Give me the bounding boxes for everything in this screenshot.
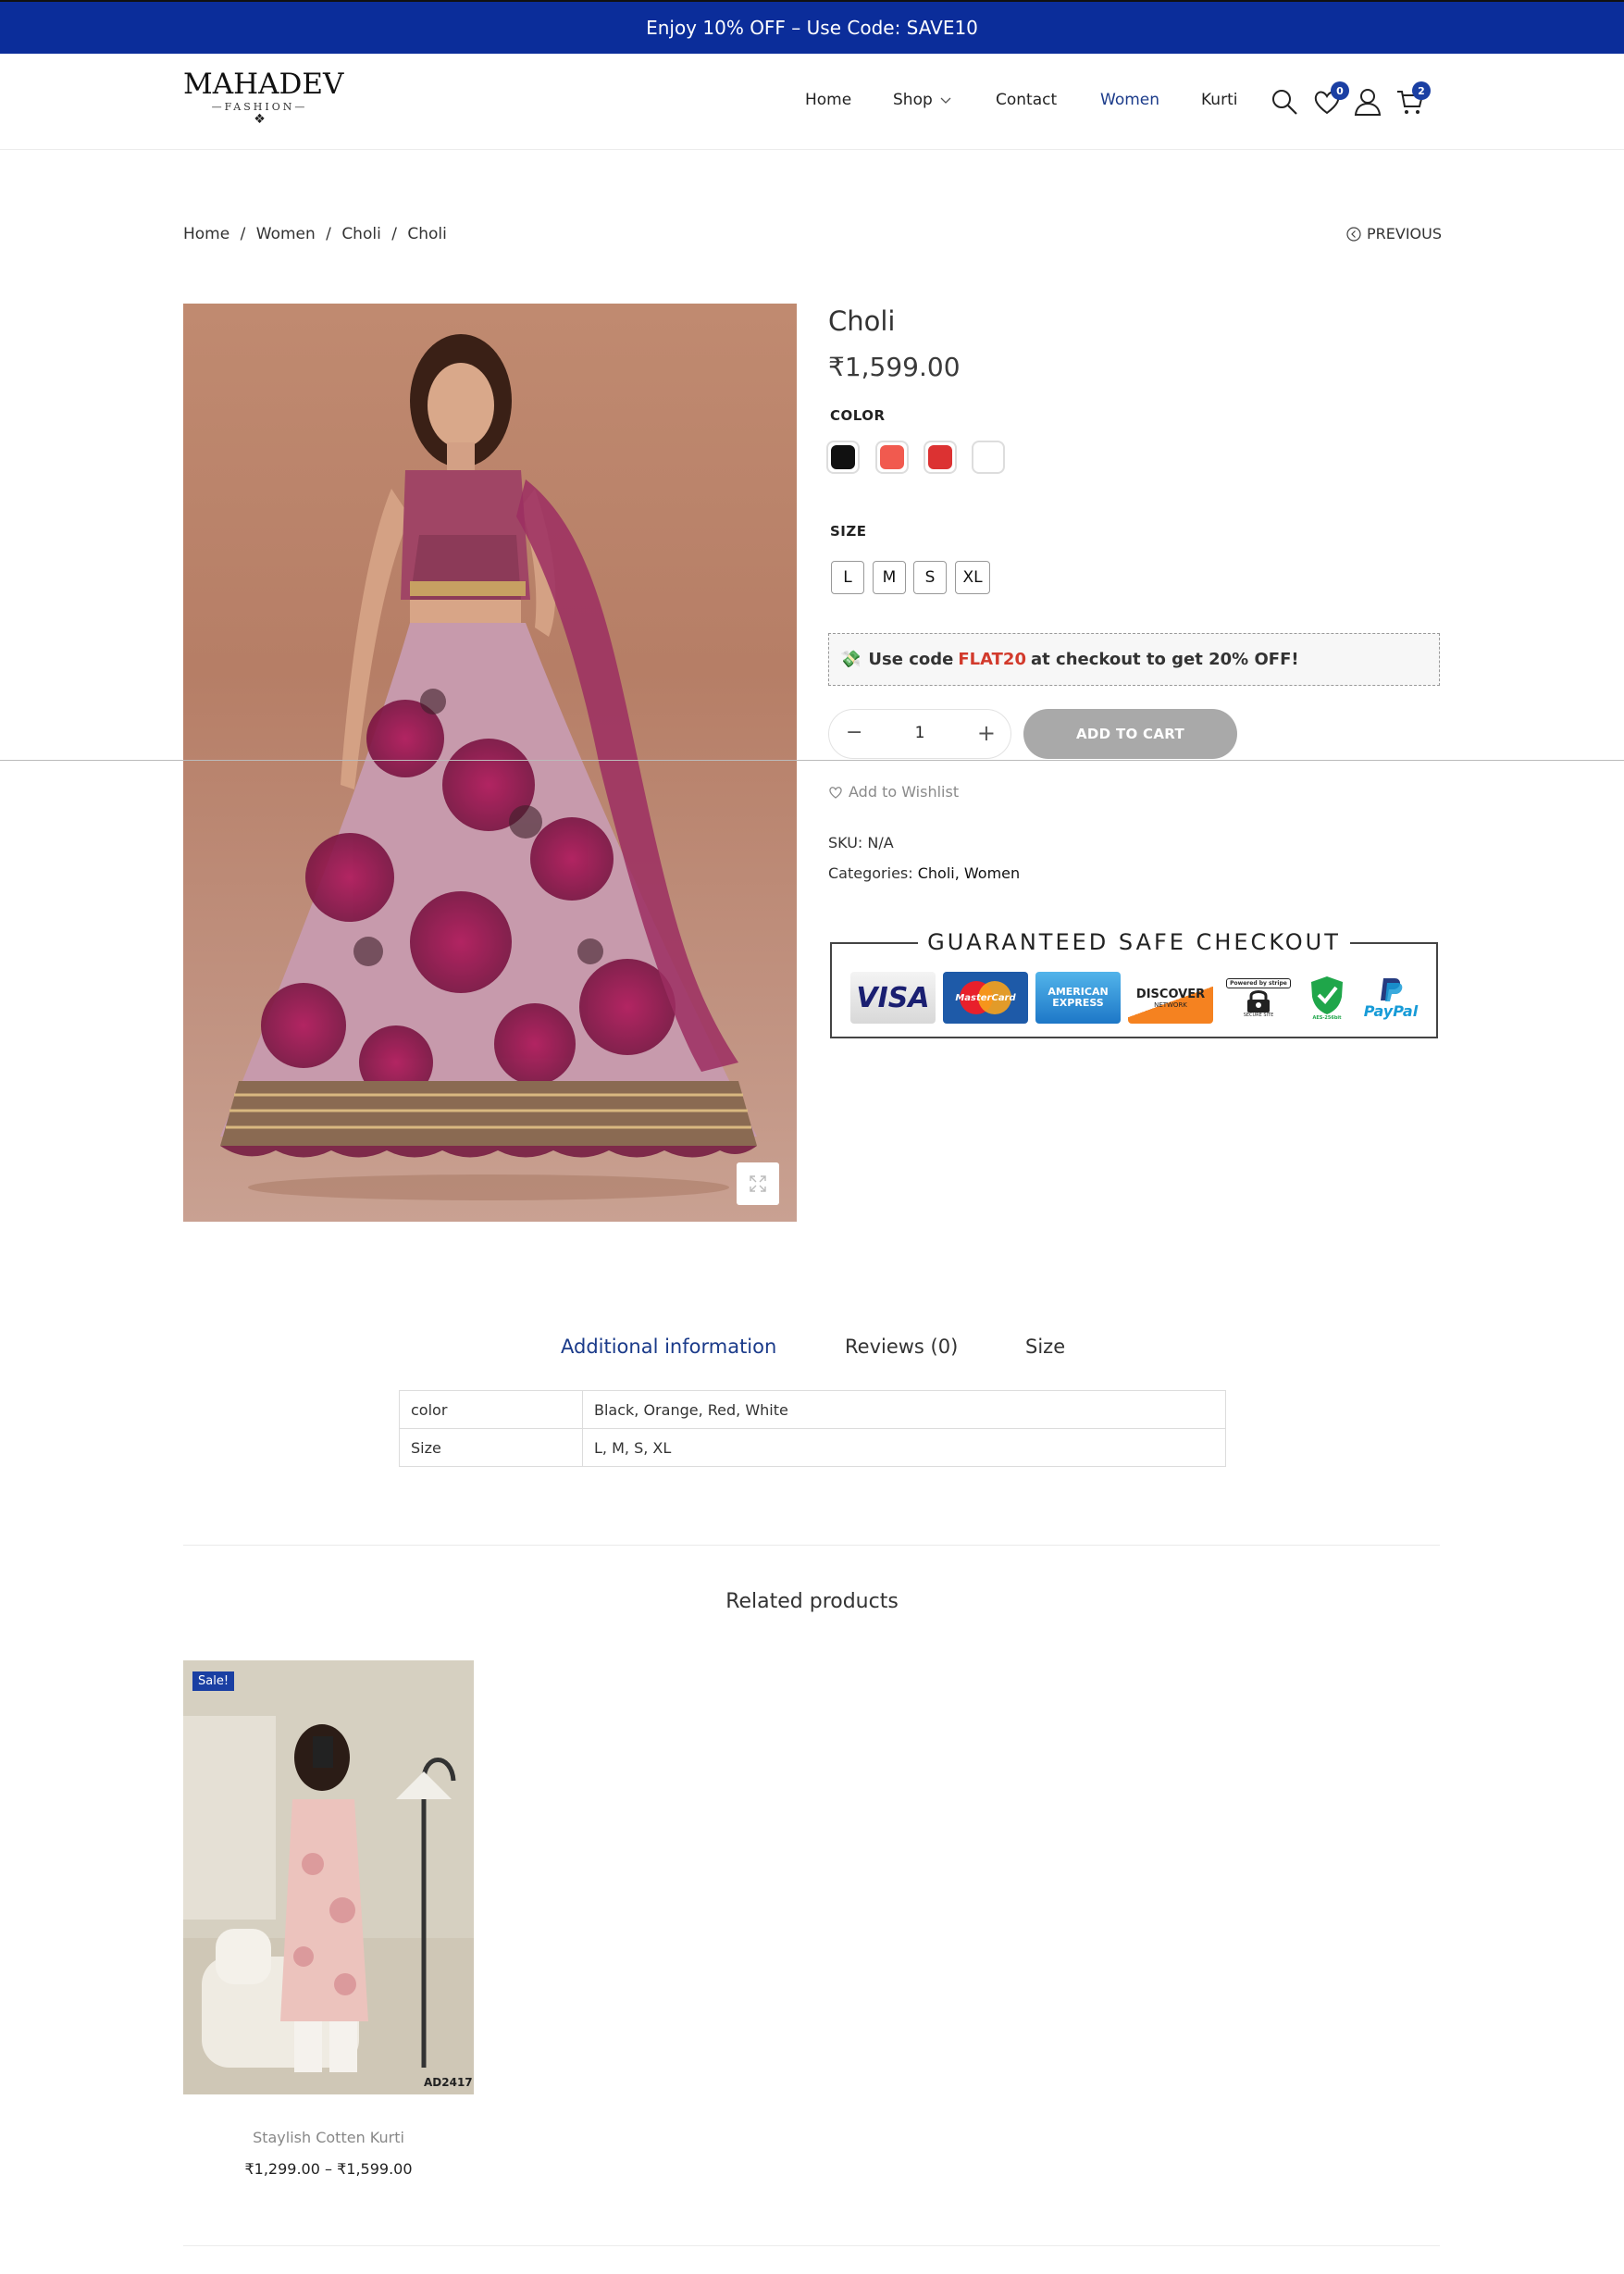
nav-home[interactable]: Home	[805, 91, 851, 109]
security-shield-icon: AES-256bit	[1304, 972, 1350, 1024]
categories-line: Categories: Choli, Women	[828, 864, 1020, 882]
table-row: Size L, M, S, XL	[399, 1428, 1226, 1467]
size-option-xl[interactable]: XL	[955, 561, 990, 594]
expand-icon	[750, 1175, 766, 1192]
sku-value: N/A	[867, 834, 894, 851]
money-icon: 💸	[840, 650, 862, 669]
previous-product-link[interactable]: PREVIOUS	[1346, 225, 1442, 242]
logo[interactable]: MAHADEV —FASHION— ❖	[183, 68, 344, 133]
amex-card-icon: AMERICAN EXPRESS	[1035, 972, 1121, 1024]
breadcrumb-current: Choli	[407, 225, 447, 243]
swatch-fill	[831, 445, 855, 469]
add-to-cart-button[interactable]: ADD TO CART	[1023, 709, 1237, 759]
visa-card-icon: VISA	[850, 972, 936, 1024]
wishlist-icon[interactable]: 0	[1312, 81, 1349, 117]
mastercard-icon: MasterCard	[943, 972, 1028, 1024]
breadcrumb-separator: /	[391, 225, 397, 243]
breadcrumb-separator: /	[326, 225, 331, 243]
cart-count-badge: 2	[1412, 81, 1431, 100]
related-products-title: Related products	[725, 1590, 899, 1613]
chevron-left-circle-icon	[1346, 226, 1361, 242]
stripe-lock-icon: Powered by stripe SECURE SITE	[1222, 972, 1295, 1024]
swatch-fill	[976, 445, 1000, 469]
color-swatch-white[interactable]	[972, 441, 1005, 474]
table-value: L, M, S, XL	[582, 1428, 1226, 1467]
product-price: ₹1,599.00	[828, 352, 961, 382]
related-product-name[interactable]: Staylish Cotten Kurti	[183, 2129, 474, 2146]
sale-badge: Sale!	[192, 1671, 235, 1691]
breadcrumb-home[interactable]: Home	[183, 225, 229, 243]
breadcrumb-women[interactable]: Women	[256, 225, 316, 243]
related-product-image[interactable]	[183, 1660, 474, 2094]
discover-card-icon: DISCOVER NETWORK	[1128, 972, 1213, 1024]
safe-checkout-title: GUARANTEED SAFE CHECKOUT	[918, 929, 1350, 955]
swatch-fill	[928, 445, 952, 469]
nav-women[interactable]: Women	[1100, 91, 1159, 109]
size-option-m[interactable]: M	[873, 561, 906, 594]
heart-icon	[829, 786, 842, 799]
paypal-icon: PayPal	[1357, 972, 1424, 1024]
tab-additional-information[interactable]: Additional information	[561, 1336, 776, 1358]
nav-contact[interactable]: Contact	[996, 91, 1057, 109]
search-icon[interactable]	[1270, 87, 1299, 117]
size-option-s[interactable]: S	[913, 561, 947, 594]
nav-shop[interactable]: Shop	[893, 91, 951, 109]
product-title: Choli	[828, 305, 896, 337]
quantity-increase-button[interactable]: +	[977, 720, 996, 746]
related-product-price: ₹1,299.00 – ₹1,599.00	[244, 2160, 413, 2178]
logo-ornament: ❖	[254, 112, 266, 127]
additional-info-table: color Black, Orange, Red, White Size L, …	[399, 1390, 1226, 1467]
chevron-down-icon	[940, 97, 951, 104]
product-code: AD2417	[424, 2076, 473, 2089]
cart-icon[interactable]: 2	[1395, 81, 1431, 117]
swatch-fill	[880, 445, 904, 469]
add-to-wishlist-link[interactable]: Add to Wishlist	[828, 783, 959, 801]
zoom-button[interactable]	[737, 1162, 779, 1205]
categories-label: Categories:	[828, 864, 913, 882]
site-header: MAHADEV —FASHION— ❖ Home Shop Contact Wo…	[0, 54, 1624, 150]
promo-code-box: 💸 Use code FLAT20 at checkout to get 20%…	[828, 633, 1440, 686]
promo-text: Enjoy 10% OFF – Use Code: SAVE10	[646, 17, 978, 39]
safe-checkout-badge: GUARANTEED SAFE CHECKOUT VISA MasterCard…	[830, 929, 1438, 1038]
color-label: COLOR	[830, 407, 886, 424]
color-swatch-red[interactable]	[924, 441, 957, 474]
table-key: Size	[399, 1428, 583, 1467]
tab-size[interactable]: Size	[1025, 1336, 1065, 1358]
promo-code: FLAT20	[958, 650, 1026, 669]
product-image[interactable]	[183, 304, 797, 1222]
quantity-stepper: − 1 +	[828, 709, 1011, 759]
sku-line: SKU: N/A	[828, 834, 894, 851]
size-option-l[interactable]: L	[831, 561, 864, 594]
breadcrumb-separator: /	[240, 225, 246, 243]
account-icon[interactable]	[1353, 87, 1382, 117]
breadcrumb-choli[interactable]: Choli	[341, 225, 381, 243]
size-label: SIZE	[830, 523, 867, 540]
table-row: color Black, Orange, Red, White	[399, 1390, 1226, 1429]
breadcrumb: Home / Women / Choli / Choli	[183, 225, 452, 243]
tab-reviews[interactable]: Reviews (0)	[845, 1336, 958, 1358]
divider	[183, 2245, 1440, 2246]
nav-kurti[interactable]: Kurti	[1201, 91, 1237, 109]
logo-name: MAHADEV	[183, 68, 344, 101]
divider	[183, 1545, 1440, 1546]
table-value: Black, Orange, Red, White	[582, 1390, 1226, 1429]
wishlist-count-badge: 0	[1331, 81, 1349, 100]
divider	[0, 760, 1624, 761]
color-swatch-orange[interactable]	[875, 441, 909, 474]
color-swatch-black[interactable]	[826, 441, 860, 474]
categories-value[interactable]: Choli, Women	[918, 864, 1020, 882]
promo-bar: Enjoy 10% OFF – Use Code: SAVE10	[0, 0, 1624, 54]
sku-label: SKU:	[828, 834, 863, 851]
table-key: color	[399, 1390, 583, 1429]
promo-prefix: Use code	[868, 650, 954, 669]
promo-suffix: at checkout to get 20% OFF!	[1031, 650, 1299, 669]
